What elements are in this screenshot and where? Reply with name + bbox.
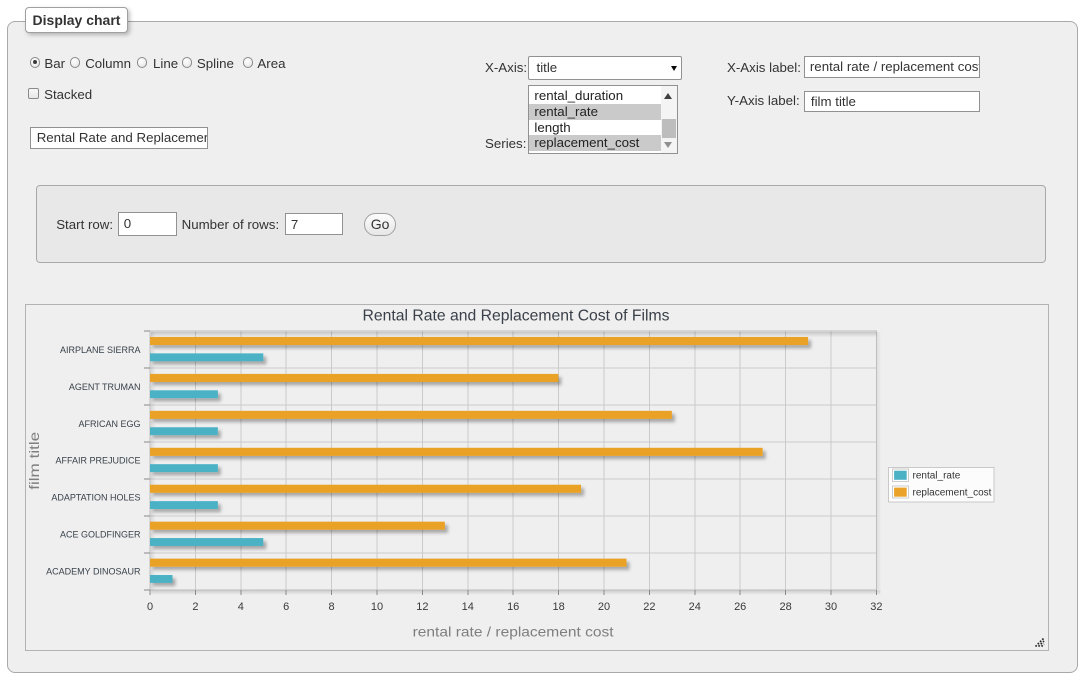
svg-text:26: 26 <box>734 601 746 613</box>
svg-text:rental_rate: rental_rate <box>913 471 961 482</box>
svg-text:film title: film title <box>26 432 42 490</box>
svg-text:2: 2 <box>192 601 198 613</box>
svg-text:16: 16 <box>507 601 519 613</box>
svg-text:18: 18 <box>552 601 564 613</box>
svg-text:12: 12 <box>416 601 428 613</box>
svg-text:AGENT TRUMAN: AGENT TRUMAN <box>69 382 141 392</box>
svg-text:6: 6 <box>283 601 289 613</box>
svg-text:14: 14 <box>462 601 474 613</box>
svg-text:20: 20 <box>598 601 610 613</box>
svg-text:rental rate / replacement cost: rental rate / replacement cost <box>413 623 614 639</box>
svg-text:30: 30 <box>825 601 837 613</box>
svg-text:replacement_cost: replacement_cost <box>913 488 992 499</box>
svg-text:ADAPTATION HOLES: ADAPTATION HOLES <box>51 493 140 503</box>
svg-text:32: 32 <box>870 601 882 613</box>
svg-text:10: 10 <box>371 601 383 613</box>
svg-text:28: 28 <box>779 601 791 613</box>
svg-text:AIRPLANE SIERRA: AIRPLANE SIERRA <box>60 345 141 355</box>
svg-text:AFRICAN EGG: AFRICAN EGG <box>78 419 140 429</box>
svg-text:AFFAIR PREJUDICE: AFFAIR PREJUDICE <box>55 456 140 466</box>
svg-text:ACE GOLDFINGER: ACE GOLDFINGER <box>60 530 141 540</box>
svg-text:8: 8 <box>329 601 335 613</box>
svg-text:0: 0 <box>147 601 153 613</box>
svg-text:24: 24 <box>689 601 701 613</box>
svg-text:ACADEMY DINOSAUR: ACADEMY DINOSAUR <box>46 567 141 577</box>
svg-text:Rental Rate and Replacement Co: Rental Rate and Replacement Cost of Film… <box>363 308 670 325</box>
svg-text:22: 22 <box>643 601 655 613</box>
svg-text:4: 4 <box>238 601 244 613</box>
